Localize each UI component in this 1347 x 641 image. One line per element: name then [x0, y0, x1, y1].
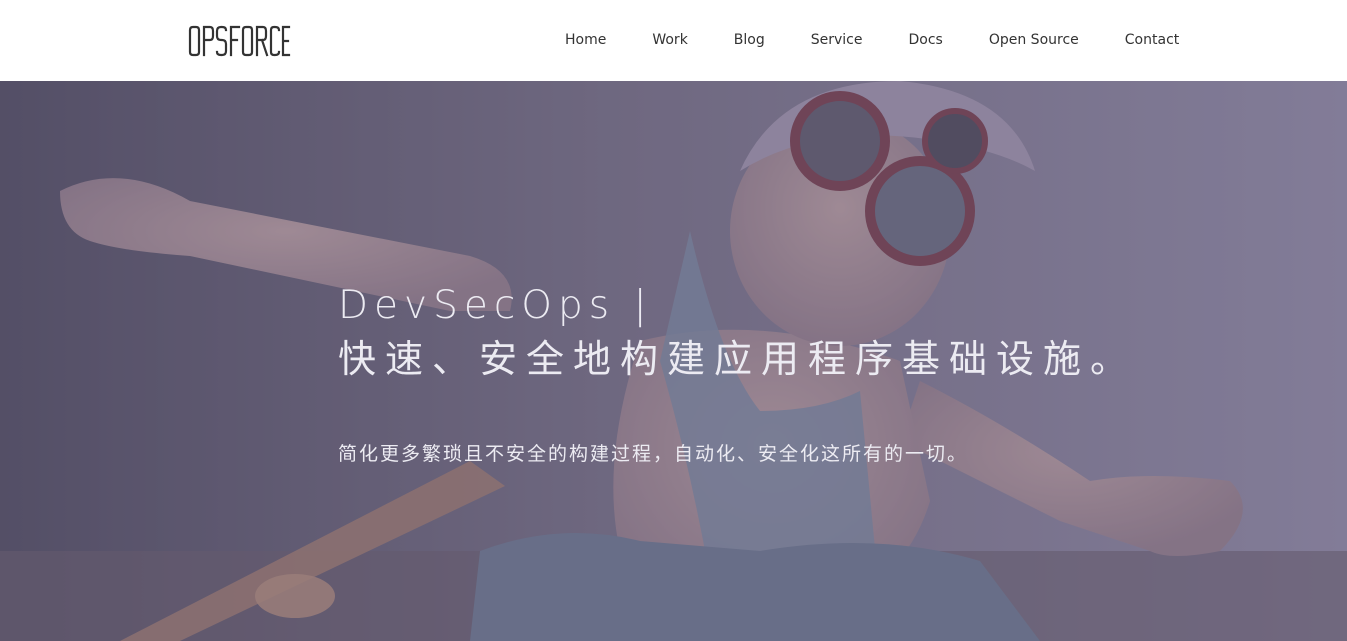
logo[interactable] — [187, 24, 291, 60]
nav-service[interactable]: Service — [788, 0, 886, 81]
nav-contact[interactable]: Contact — [1102, 0, 1202, 81]
hero-title-line2: 快速、安全地构建应用程序基础设施。 — [338, 337, 1138, 381]
main-nav: Home Work Blog Service Docs Open Source … — [542, 0, 1202, 81]
hero-subtitle: 简化更多繁琐且不安全的构建过程，自动化、安全化这所有的一切。 — [338, 443, 969, 465]
hero-title: DevSecOps | 快速、安全地构建应用程序基础设施。 — [338, 281, 1137, 387]
nav-docs[interactable]: Docs — [886, 0, 966, 81]
opsforce-logo-icon — [188, 25, 291, 57]
nav-blog[interactable]: Blog — [711, 0, 788, 81]
top-navbar: Home Work Blog Service Docs Open Source … — [0, 0, 1347, 81]
hero-section: DevSecOps | 快速、安全地构建应用程序基础设施。 简化更多繁琐且不安全… — [0, 81, 1347, 641]
nav-work[interactable]: Work — [629, 0, 710, 81]
nav-home[interactable]: Home — [542, 0, 629, 81]
nav-open-source[interactable]: Open Source — [966, 0, 1102, 81]
hero-title-line1: DevSecOps | — [338, 283, 653, 328]
